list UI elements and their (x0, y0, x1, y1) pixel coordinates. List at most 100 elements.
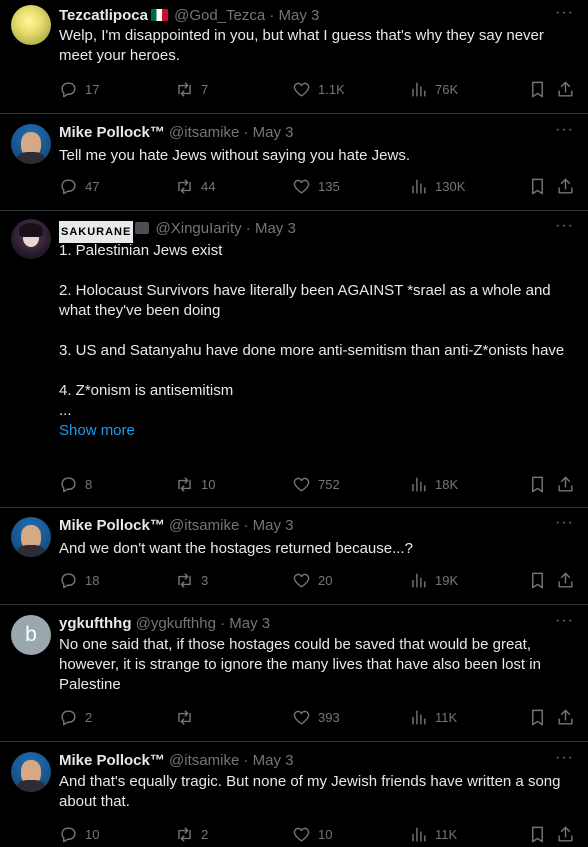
display-name[interactable]: Tezcatlipoca (59, 7, 148, 24)
bookmark-button[interactable] (528, 475, 554, 494)
reply-button[interactable]: 47 (59, 177, 99, 196)
retweet-count: 7 (201, 82, 209, 97)
handle[interactable]: @ygkufthhg (136, 615, 216, 632)
more-icon[interactable]: ··· (555, 217, 574, 235)
like-icon (293, 710, 310, 725)
display-name[interactable]: Mike Pollock™ (59, 752, 165, 769)
text-line: 3. US and Satanyahu have done more anti-… (59, 342, 565, 359)
retweet-button[interactable]: 2 (175, 825, 208, 844)
reply-button[interactable]: 8 (59, 475, 92, 494)
timestamp[interactable]: May 3 (279, 7, 320, 24)
like-count: 752 (318, 477, 340, 492)
views-button[interactable]: 11K (409, 708, 457, 727)
reply-button[interactable]: 10 (59, 825, 99, 844)
retweet-button[interactable]: 10 (175, 475, 215, 494)
tweet[interactable]: Mike Pollock™ @itsamike · May 3 ··· And … (0, 742, 588, 847)
retweet-icon (178, 179, 191, 194)
retweet-button[interactable]: 3 (175, 571, 208, 590)
share-button[interactable] (556, 177, 582, 196)
timestamp[interactable]: May 3 (253, 517, 294, 534)
like-button[interactable]: 393 (292, 708, 340, 727)
more-icon[interactable]: ··· (555, 514, 574, 532)
reply-count: 10 (85, 827, 100, 842)
show-more-link[interactable]: Show more (59, 421, 575, 441)
views-button[interactable]: 130K (409, 177, 465, 196)
timestamp[interactable]: May 3 (253, 124, 294, 141)
handle[interactable]: @God_Tezca (174, 7, 265, 24)
views-icon (412, 827, 426, 842)
retweet-button[interactable]: 7 (175, 80, 208, 99)
share-button[interactable] (556, 80, 582, 99)
more-icon[interactable]: ··· (555, 749, 574, 767)
tweet[interactable]: b ygkufthhg @ygkufthhg · May 3 ··· No on… (0, 605, 588, 742)
share-button[interactable] (556, 825, 582, 844)
retweet-icon (178, 477, 191, 492)
action-bar: 10 2 10 11K (59, 825, 579, 845)
bookmark-button[interactable] (528, 177, 554, 196)
share-button[interactable] (556, 475, 582, 494)
separator: · (243, 124, 249, 141)
views-button[interactable]: 76K (409, 80, 458, 99)
retweet-count: 2 (201, 827, 209, 842)
avatar[interactable]: b (11, 615, 51, 655)
bookmark-button[interactable] (528, 80, 554, 99)
tweet[interactable]: SAKURANE @XinguIarity · May 3 ··· 1. Pal… (0, 211, 588, 508)
action-bar: 18 3 20 19K (59, 571, 579, 591)
avatar[interactable] (11, 5, 51, 45)
avatar[interactable] (11, 752, 51, 792)
share-button[interactable] (556, 708, 582, 727)
retweet-button[interactable]: 44 (175, 177, 215, 196)
timestamp[interactable]: May 3 (229, 615, 270, 632)
views-button[interactable]: 19K (409, 571, 458, 590)
tweet-text: And that's equally tragic. But none of m… (59, 773, 561, 810)
bookmark-button[interactable] (528, 825, 554, 844)
handle[interactable]: @itsamike (169, 752, 239, 769)
views-icon (412, 710, 426, 725)
tweet[interactable]: Mike Pollock™ @itsamike · May 3 ··· And … (0, 508, 588, 605)
views-button[interactable]: 11K (409, 825, 457, 844)
more-icon[interactable]: ··· (555, 4, 574, 22)
avatar[interactable] (11, 219, 51, 259)
like-icon (293, 573, 310, 588)
timestamp[interactable]: May 3 (255, 220, 296, 237)
display-name[interactable]: SAKURANE (59, 221, 134, 243)
tweet[interactable]: Tezcatlipoca @God_Tezca · May 3 ··· Welp… (0, 0, 588, 114)
tweet-text: No one said that, if those hostages coul… (59, 636, 541, 693)
more-icon[interactable]: ··· (555, 612, 574, 630)
reply-icon (61, 827, 76, 843)
display-name[interactable]: Mike Pollock™ (59, 517, 165, 534)
like-button[interactable]: 1.1K (292, 80, 345, 99)
share-button[interactable] (556, 571, 582, 590)
timestamp[interactable]: May 3 (253, 752, 294, 769)
bookmark-button[interactable] (528, 708, 554, 727)
like-button[interactable]: 20 (292, 571, 332, 590)
reply-count: 8 (85, 477, 93, 492)
reply-button[interactable]: 18 (59, 571, 99, 590)
reply-button[interactable]: 2 (59, 708, 92, 727)
more-icon[interactable]: ··· (555, 121, 574, 139)
tweet-text: Welp, I'm disappointed in you, but what … (59, 27, 544, 64)
like-button[interactable]: 752 (292, 475, 340, 494)
handle[interactable]: @itsamike (169, 124, 239, 141)
avatar[interactable] (11, 124, 51, 164)
display-name[interactable]: ygkufthhg (59, 615, 132, 632)
avatar[interactable] (11, 517, 51, 557)
like-button[interactable]: 135 (292, 177, 340, 196)
handle[interactable]: @itsamike (169, 517, 239, 534)
action-bar: 47 44 135 130K (59, 177, 579, 197)
share-icon (558, 81, 573, 97)
retweet-button[interactable] (175, 708, 201, 727)
bookmark-icon (532, 81, 543, 98)
bookmark-button[interactable] (528, 571, 554, 590)
tweet[interactable]: Mike Pollock™ @itsamike · May 3 ··· Tell… (0, 114, 588, 211)
reply-button[interactable]: 17 (59, 80, 99, 99)
reply-icon (61, 82, 76, 98)
like-button[interactable]: 10 (292, 825, 332, 844)
bookmark-icon (532, 572, 543, 589)
handle[interactable]: @XinguIarity (156, 220, 242, 237)
retweet-icon (178, 710, 191, 725)
display-name[interactable]: Mike Pollock™ (59, 124, 165, 141)
reply-icon (61, 477, 76, 493)
views-button[interactable]: 18K (409, 475, 458, 494)
views-icon (412, 477, 426, 492)
